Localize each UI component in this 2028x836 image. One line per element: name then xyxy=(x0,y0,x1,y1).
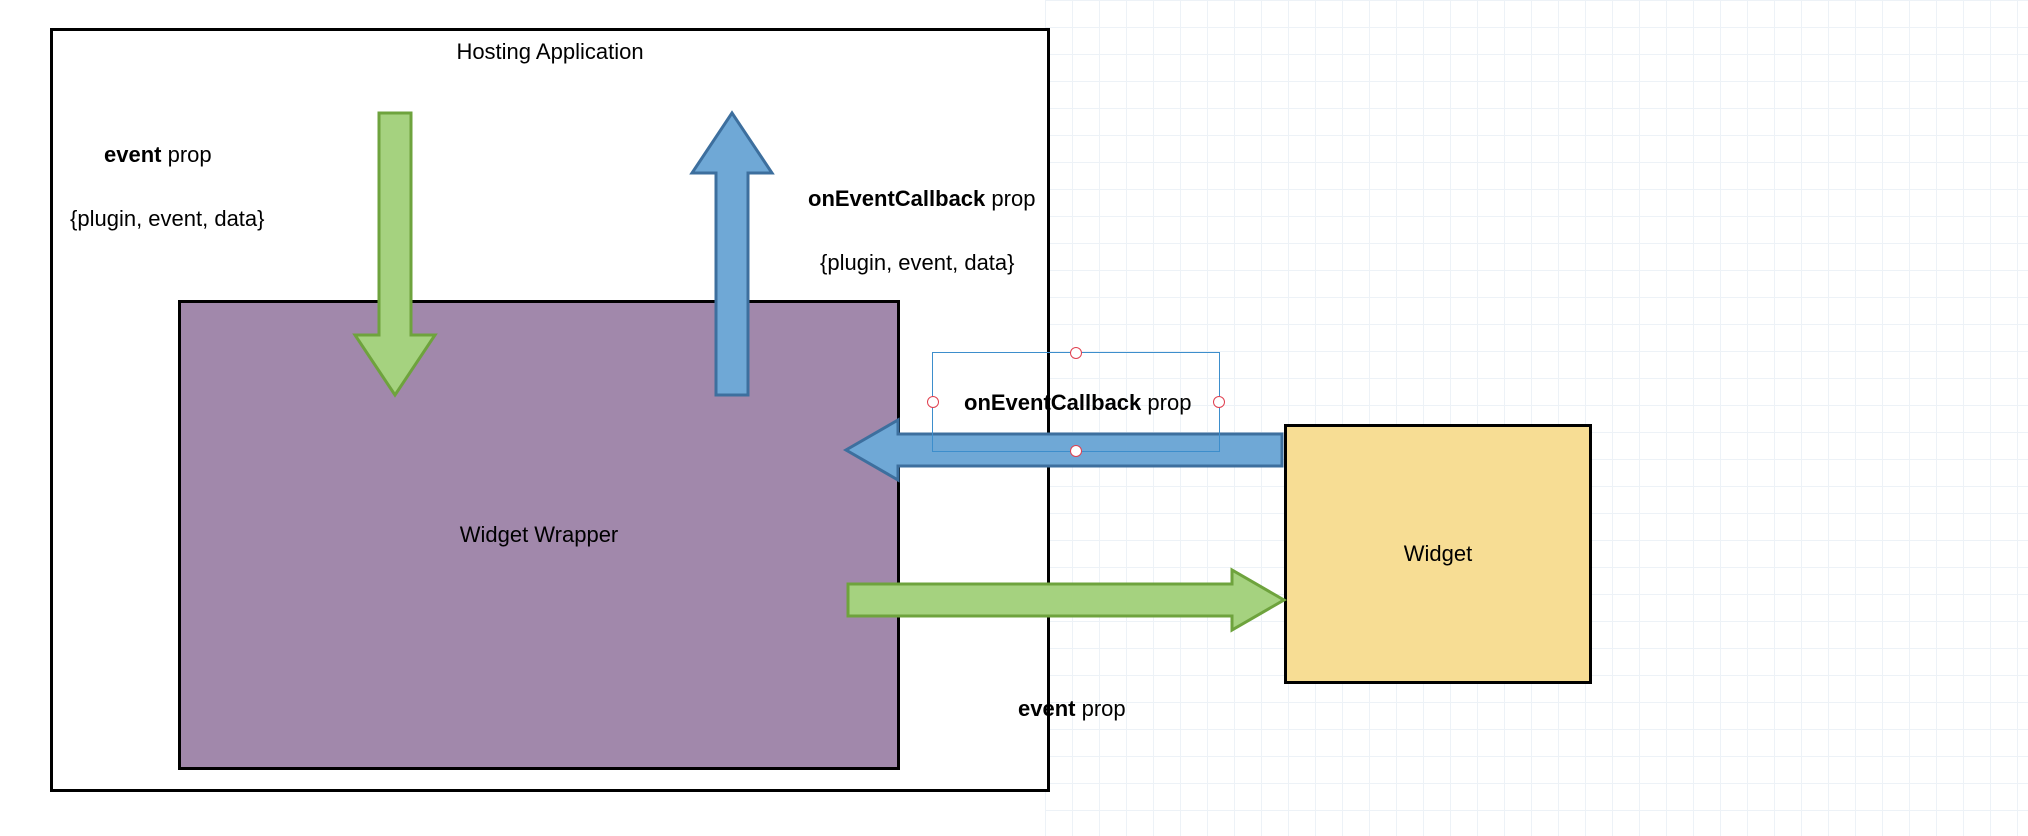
event-prop-top-bold: event xyxy=(104,142,161,167)
widget-title: Widget xyxy=(1404,541,1472,567)
selection-handle-top[interactable] xyxy=(1070,347,1082,359)
oneventcallback-top-bold: onEventCallback xyxy=(808,186,985,211)
green-right-arrow-icon xyxy=(848,570,1284,630)
widget-wrapper-box: Widget Wrapper xyxy=(178,300,900,770)
event-prop-bottom-rest: prop xyxy=(1075,696,1125,721)
blue-up-arrow-icon xyxy=(692,113,772,395)
selection-handle-right[interactable] xyxy=(1213,396,1225,408)
widget-wrapper-title: Widget Wrapper xyxy=(460,522,619,548)
oneventcallback-mid-label[interactable]: onEventCallback prop xyxy=(964,390,1191,416)
oneventcallback-top-sub: {plugin, event, data} xyxy=(820,250,1015,276)
selection-handle-bottom[interactable] xyxy=(1070,445,1082,457)
oneventcallback-mid-bold: onEventCallback xyxy=(964,390,1141,415)
event-prop-top-label: event prop xyxy=(104,142,212,168)
oneventcallback-top-rest: prop xyxy=(985,186,1035,211)
event-prop-bottom-bold: event xyxy=(1018,696,1075,721)
green-down-arrow-icon xyxy=(355,113,435,395)
event-prop-top-rest: prop xyxy=(161,142,211,167)
hosting-title: Hosting Application xyxy=(53,39,1047,65)
event-prop-top-sub: {plugin, event, data} xyxy=(70,206,265,232)
selection-handle-left[interactable] xyxy=(927,396,939,408)
widget-box: Widget xyxy=(1284,424,1592,684)
oneventcallback-top-label: onEventCallback prop xyxy=(808,186,1035,212)
event-prop-bottom-label: event prop xyxy=(1018,696,1126,722)
oneventcallback-mid-rest: prop xyxy=(1141,390,1191,415)
